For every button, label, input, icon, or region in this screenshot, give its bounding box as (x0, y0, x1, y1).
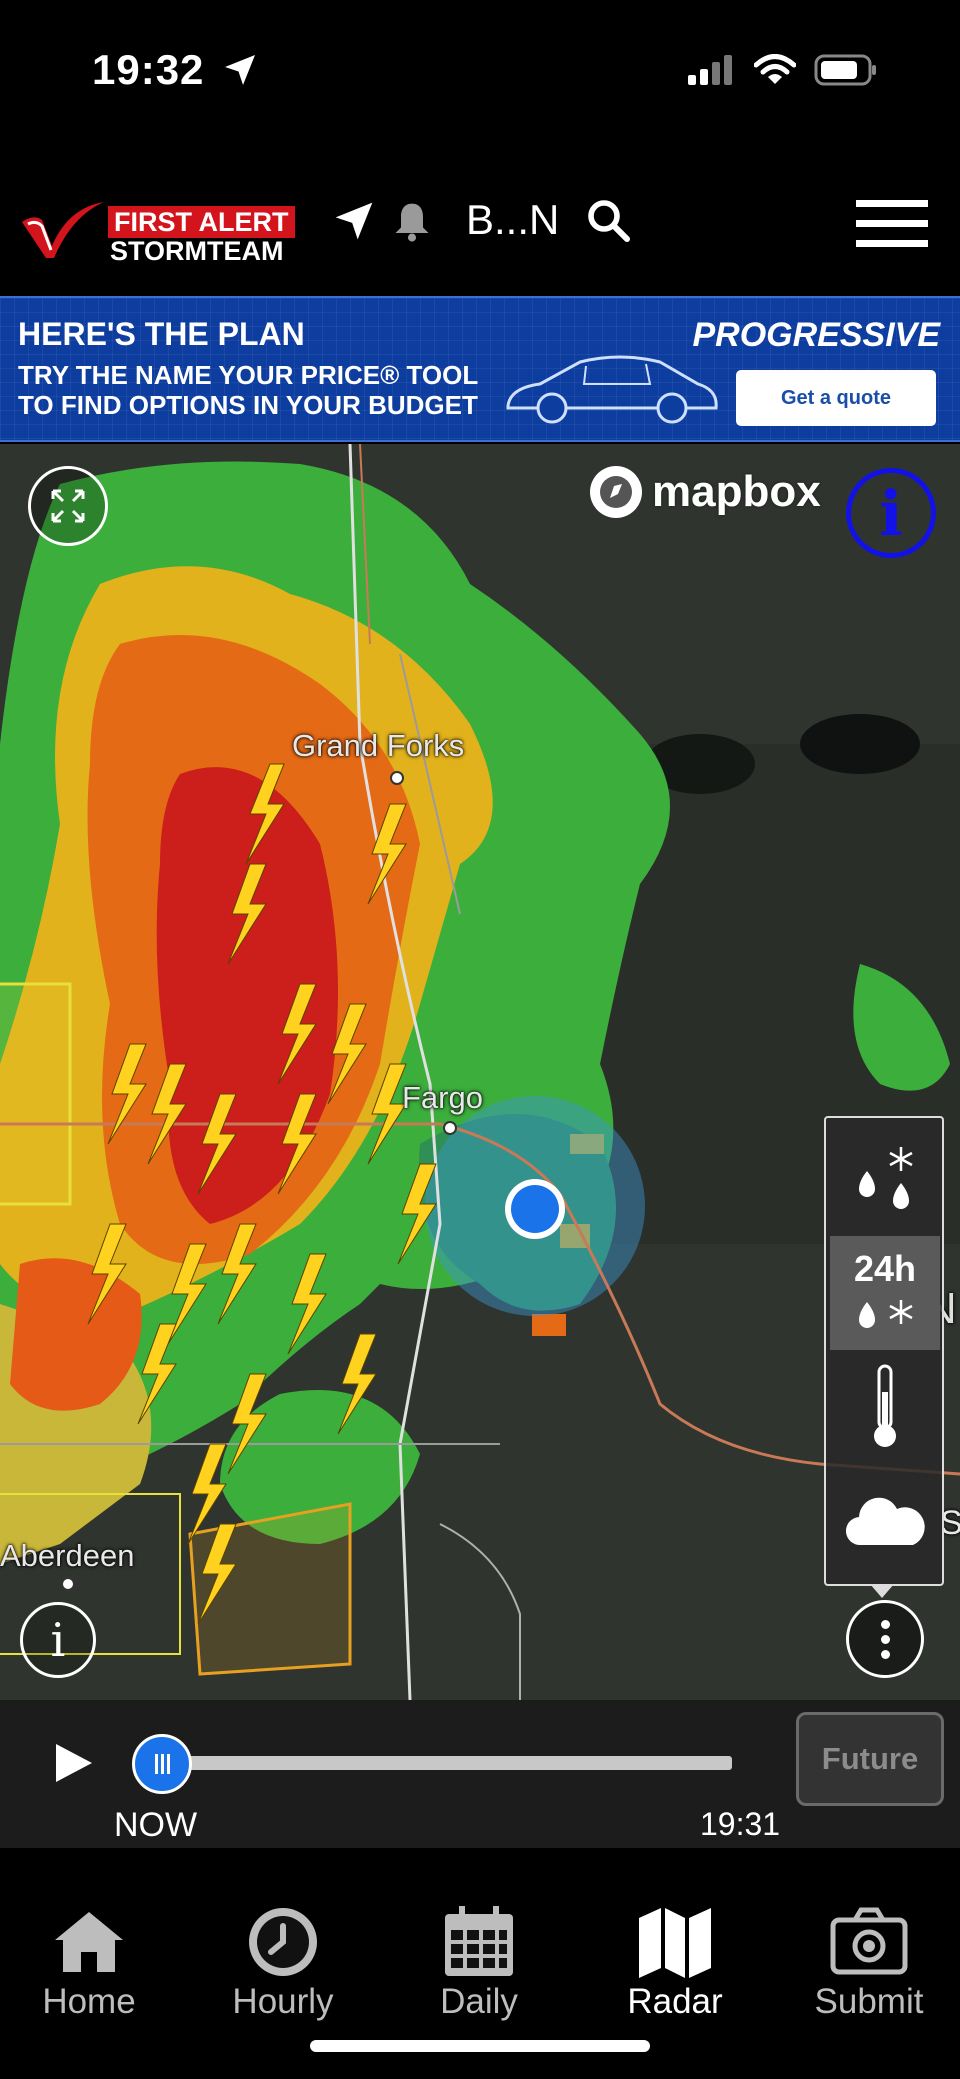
nav-item-home[interactable]: Home (4, 1904, 174, 2034)
ad-headline: HERE'S THE PLAN (18, 316, 305, 352)
mapbox-logo-icon (590, 466, 642, 518)
layer-selector: 24h (824, 1116, 944, 1586)
status-bar: 19:32 (0, 0, 960, 140)
timeline-now-label: NOW (114, 1806, 198, 1844)
logo-line2: STORMTEAM (110, 236, 284, 266)
timeline-end-time: 19:31 (700, 1806, 781, 1842)
nav-label-submit: Submit (814, 1982, 924, 2021)
nav-label-daily: Daily (440, 1982, 518, 2021)
city-label-fargo: Fargo (402, 1080, 483, 1115)
cloud-icon (845, 1497, 925, 1546)
bell-icon[interactable] (390, 198, 434, 246)
signal-icon (688, 55, 732, 85)
bottom-nav: Home Hourly Daily Radar Submit (0, 1848, 960, 2079)
city-label-aberdeen: Aberdeen (0, 1538, 135, 1573)
future-button[interactable]: Future (796, 1712, 944, 1806)
nav-item-daily[interactable]: Daily (394, 1904, 564, 2034)
expand-icon (51, 489, 85, 523)
play-icon[interactable] (52, 1740, 96, 1786)
wifi-icon (754, 54, 796, 84)
city-label-grand-forks: Grand Forks (292, 728, 465, 763)
radar-timeline: NOW 19:31 Future (0, 1700, 960, 1848)
mapbox-attribution[interactable]: mapbox (588, 464, 821, 520)
nav-label-home: Home (42, 1982, 136, 2021)
nav-label-radar: Radar (627, 1982, 723, 2021)
temperature-layer-button[interactable] (830, 1350, 940, 1464)
ad-line-1: TRY THE NAME YOUR PRICE® TOOL (18, 360, 479, 390)
calendar-icon (445, 1906, 513, 1976)
status-time: 19:32 (92, 46, 205, 93)
24h-precip-layer-button[interactable]: 24h (830, 1236, 940, 1350)
checkmark-logo-icon (22, 202, 104, 258)
more-options-button[interactable] (846, 1600, 924, 1678)
dot (880, 1619, 890, 1629)
app-header: FIRST ALERT STORMTEAM B...N (0, 168, 960, 294)
rain-snow-small-icon (859, 1300, 913, 1328)
ad-brand: PROGRESSIVE (692, 316, 940, 354)
get-quote-button[interactable]: Get a quote (736, 370, 936, 426)
home-indicator (310, 2040, 650, 2052)
cloud-layer-button[interactable] (830, 1464, 940, 1578)
map-info-button[interactable]: i (846, 468, 936, 558)
timeline-scrubber[interactable] (132, 1734, 192, 1794)
ad-banner[interactable]: HERE'S THE PLAN TRY THE NAME YOUR PRICE®… (0, 296, 960, 442)
location-arrow-icon (225, 55, 255, 85)
radar-overlay (0, 444, 960, 1700)
dot (880, 1649, 890, 1659)
logo-line1: FIRST ALERT (108, 206, 295, 238)
camera-icon (830, 1907, 908, 1975)
legend-info-button[interactable]: i (20, 1602, 96, 1678)
dot (880, 1634, 890, 1644)
ad-line-2: TO FIND OPTIONS IN YOUR BUDGET (18, 390, 478, 420)
search-icon[interactable] (584, 196, 632, 244)
nav-item-hourly[interactable]: Hourly (198, 1904, 368, 2034)
fullscreen-button[interactable] (28, 466, 108, 546)
car-illustration (506, 355, 718, 424)
status-icons (688, 54, 878, 86)
radar-map[interactable]: Grand Forks Fargo Aberdeen MIN S mapbox … (0, 444, 960, 1700)
first-alert-logo[interactable]: FIRST ALERT STORMTEAM (20, 188, 320, 266)
clock-icon (249, 1908, 317, 1976)
thermometer-icon (874, 1364, 896, 1447)
location-name[interactable]: B...N (466, 196, 559, 244)
home-icon (55, 1912, 123, 1972)
nav-item-radar[interactable]: Radar (590, 1904, 760, 2034)
panel-caret (870, 1584, 894, 1598)
mapbox-text: mapbox (652, 467, 821, 516)
timeline-track[interactable] (162, 1756, 732, 1770)
layer-24h-label: 24h (853, 1248, 917, 1289)
precip-type-layer-button[interactable] (830, 1122, 940, 1236)
navigation-arrow-icon[interactable] (332, 198, 376, 244)
battery-icon (814, 54, 876, 86)
nav-label-hourly: Hourly (232, 1982, 334, 2021)
hamburger-menu-icon[interactable] (854, 194, 930, 254)
current-location-dot (505, 1179, 565, 1239)
map-icon (639, 1908, 711, 1978)
rain-snow-icon (859, 1147, 913, 1209)
nav-item-submit[interactable]: Submit (784, 1904, 954, 2034)
